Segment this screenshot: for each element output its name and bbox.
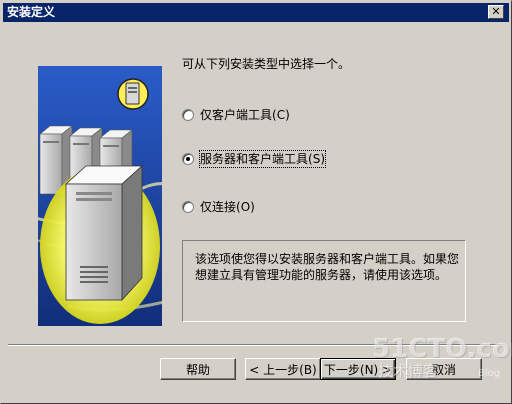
option-server-and-client[interactable]: 服务器和客户端工具(S) — [182, 150, 326, 168]
option-client-tools[interactable]: 仅客户端工具(C) — [182, 106, 290, 124]
window-title: 安装定义 — [7, 5, 56, 19]
servers-illustration — [38, 66, 162, 326]
setup-illustration — [38, 66, 162, 326]
option-connectivity-only[interactable]: 仅连接(O) — [182, 198, 255, 216]
back-button[interactable]: < 上一步(B) — [245, 358, 321, 380]
close-button[interactable]: ✕ — [488, 5, 504, 19]
radio-selected-dot — [186, 157, 190, 161]
radio-connectivity-only[interactable] — [182, 201, 194, 213]
watermark-tag: Blog — [478, 368, 501, 379]
radio-client-tools[interactable] — [182, 109, 194, 121]
server-badge-icon — [117, 78, 149, 110]
close-icon: ✕ — [491, 5, 501, 18]
radio-server-and-client[interactable] — [182, 153, 194, 165]
description-box: 该选项使您得以安装服务器和客户端工具。如果您想建立具有管理功能的服务器，请使用该… — [182, 240, 466, 322]
option-label: 仅客户端工具(C) — [200, 108, 290, 122]
option-label: 服务器和客户端工具(S) — [199, 150, 326, 168]
option-label: 仅连接(O) — [200, 200, 255, 214]
install-type-prompt: 可从下列安装类型中选择一个。 — [182, 57, 351, 71]
title-bar[interactable]: 安装定义 ✕ — [3, 3, 509, 22]
description-text: 该选项使您得以安装服务器和客户端工具。如果您想建立具有管理功能的服务器，请使用该… — [195, 252, 460, 282]
help-button[interactable]: 帮助 — [160, 358, 236, 380]
watermark-subtitle: 技术博客 — [378, 362, 439, 380]
